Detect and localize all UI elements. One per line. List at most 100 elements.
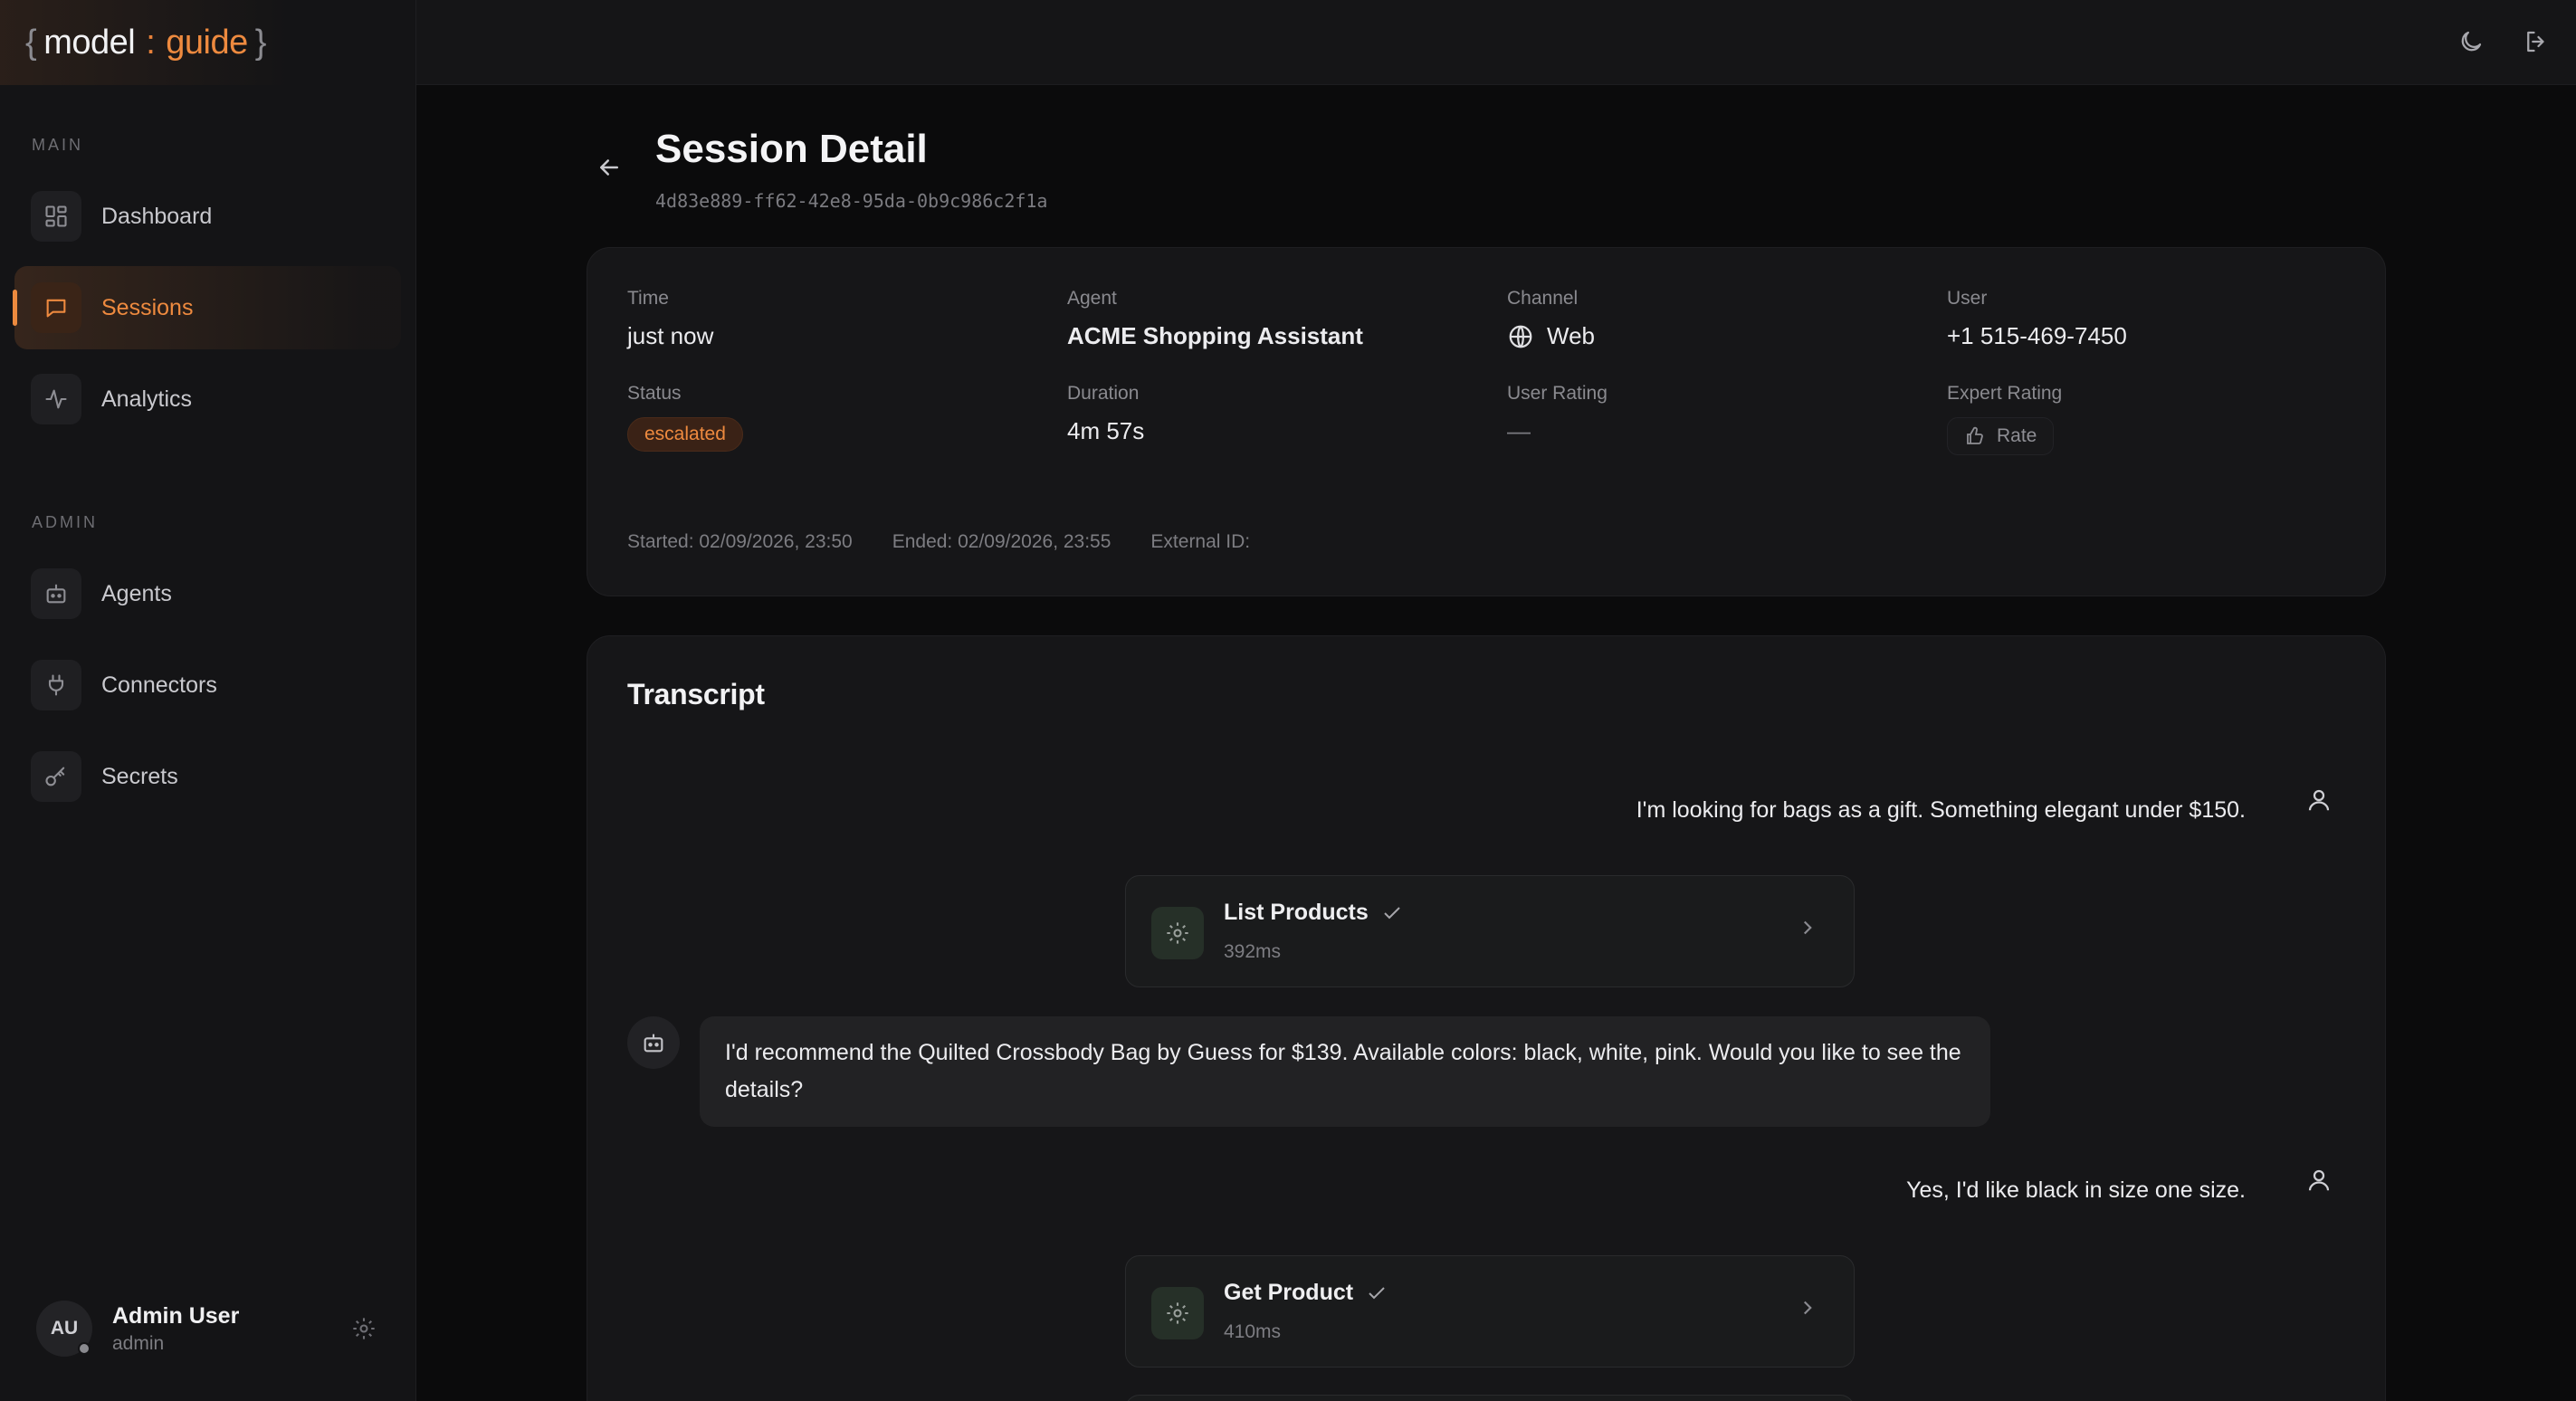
field-label: User — [1947, 288, 1988, 309]
tool-duration: 410ms — [1224, 1321, 1282, 1342]
started-at: Started: 02/09/2026, 23:50 — [627, 531, 853, 552]
session-meta: Started: 02/09/2026, 23:50 Ended: 02/09/… — [627, 531, 1290, 553]
logo[interactable]: { model : guide } — [0, 0, 415, 85]
page-title: Session Detail — [655, 127, 928, 171]
sidebar-item-sessions[interactable]: Sessions — [13, 266, 401, 349]
field-channel: Channel Web — [1507, 288, 1947, 350]
thumbs-up-icon — [1967, 426, 1983, 444]
field-value: Web — [1507, 322, 1947, 350]
gear-icon[interactable] — [348, 1313, 379, 1344]
field-duration: Duration 4m 57s — [1067, 383, 1507, 455]
transcript-card: Transcript I'm looking for bags as a gif… — [587, 635, 2386, 1401]
user-message: I'm looking for bags as a gift. Somethin… — [1636, 797, 2246, 823]
tool-call-card[interactable]: Get Product 410ms — [1125, 1255, 1855, 1368]
globe-icon — [1509, 325, 1532, 348]
check-icon — [1384, 906, 1400, 919]
status-badge: escalated — [627, 417, 743, 452]
robot-icon — [627, 1016, 680, 1069]
field-label: Time — [627, 288, 669, 309]
field-label: Channel — [1507, 288, 1579, 309]
status-dot — [78, 1342, 91, 1355]
gear-icon — [1151, 1287, 1204, 1339]
chevron-right-icon — [1796, 916, 1827, 947]
field-value: +1 515-469-7450 — [1947, 322, 2127, 349]
tool-name: List Products — [1224, 900, 1403, 926]
channel-value: Web — [1547, 322, 1595, 349]
sidebar-item-secrets[interactable]: Secrets — [14, 735, 401, 818]
chat-icon — [31, 282, 81, 333]
tool-name-text: List Products — [1224, 900, 1369, 925]
gear-icon — [1151, 907, 1204, 959]
assistant-message: I'd recommend the Quilted Crossbody Bag … — [700, 1016, 1990, 1127]
sidebar-item-label: Sessions — [101, 294, 194, 320]
grid-icon — [31, 191, 81, 242]
check-icon — [1369, 1286, 1385, 1299]
sidebar-item-label: Agents — [101, 580, 172, 606]
field-label: Agent — [1067, 288, 1117, 309]
field-time: Time just now — [627, 288, 1067, 350]
user-message: Yes, I'd like black in size one size. — [1906, 1177, 2246, 1203]
logo-separator: : — [146, 23, 156, 62]
tool-call-card-partial[interactable] — [1125, 1395, 1855, 1401]
field-user: User +1 515-469-7450 — [1947, 288, 2387, 350]
field-value: — — [1507, 417, 1531, 444]
rate-button-label: Rate — [1997, 425, 2037, 446]
main-content: Session Detail 4d83e889-ff62-42e8-95da-0… — [416, 0, 2576, 1401]
plug-icon — [31, 660, 81, 710]
top-bar — [416, 0, 2576, 85]
rate-button[interactable]: Rate — [1947, 417, 2055, 455]
user-role: admin — [112, 1332, 165, 1354]
sidebar-item-analytics[interactable]: Analytics — [14, 357, 401, 441]
pulse-icon — [31, 374, 81, 424]
logo-brace-open: { — [25, 23, 37, 62]
field-status: Status escalated — [627, 383, 1067, 455]
logo-brace-close: } — [254, 23, 267, 62]
tool-name: Get Product — [1224, 1280, 1388, 1306]
user-text: Admin User admin — [112, 1303, 239, 1355]
field-user-rating: User Rating — — [1507, 383, 1947, 455]
page-header: Session Detail 4d83e889-ff62-42e8-95da-0… — [588, 109, 1047, 212]
nav-heading-admin: ADMIN — [32, 513, 98, 531]
sidebar-item-connectors[interactable]: Connectors — [14, 643, 401, 727]
session-info-card: Time just now Agent ACME Shopping Assist… — [587, 247, 2386, 596]
back-arrow-icon[interactable] — [588, 147, 630, 188]
person-icon — [2305, 1167, 2336, 1197]
ended-at: Ended: 02/09/2026, 23:55 — [892, 531, 1111, 552]
field-label: Status — [627, 383, 682, 404]
logout-icon[interactable] — [2516, 22, 2556, 62]
field-agent: Agent ACME Shopping Assistant — [1067, 288, 1507, 350]
nav-heading-main: MAIN — [32, 136, 83, 154]
sidebar-item-dashboard[interactable]: Dashboard — [14, 175, 401, 258]
user-profile: AU Admin User admin — [36, 1292, 379, 1365]
person-icon — [2305, 786, 2336, 817]
tool-name-text: Get Product — [1224, 1280, 1354, 1305]
sidebar-item-label: Dashboard — [101, 203, 213, 229]
tool-duration: 392ms — [1224, 941, 1282, 962]
moon-icon[interactable] — [2451, 22, 2491, 62]
avatar-initials: AU — [50, 1318, 79, 1339]
app-root: { model : guide } MAIN Dashboard Session… — [0, 0, 2576, 1401]
chevron-right-icon — [1796, 1296, 1827, 1327]
sidebar-item-label: Connectors — [101, 672, 217, 698]
user-name: Admin User — [112, 1302, 240, 1329]
field-label: User Rating — [1507, 383, 1608, 404]
field-value: just now — [627, 322, 714, 349]
logo-word-model: model — [43, 23, 136, 62]
field-value[interactable]: ACME Shopping Assistant — [1067, 322, 1507, 350]
sidebar-item-agents[interactable]: Agents — [14, 552, 401, 635]
robot-icon — [31, 568, 81, 619]
avatar[interactable]: AU — [36, 1301, 92, 1357]
sidebar-item-label: Secrets — [101, 763, 178, 789]
field-value: 4m 57s — [1067, 417, 1145, 444]
session-id: 4d83e889-ff62-42e8-95da-0b9c986c2f1a — [655, 190, 1048, 212]
external-id: External ID: — [1150, 531, 1251, 552]
field-label: Duration — [1067, 383, 1140, 404]
key-icon — [31, 751, 81, 802]
info-grid: Time just now Agent ACME Shopping Assist… — [627, 288, 2347, 455]
sidebar: { model : guide } MAIN Dashboard Session… — [0, 0, 416, 1401]
transcript-title: Transcript — [627, 678, 765, 710]
field-expert-rating: Expert Rating Rate — [1947, 383, 2387, 455]
sidebar-item-label: Analytics — [101, 386, 193, 412]
logo-word-guide: guide — [166, 23, 248, 62]
tool-call-card[interactable]: List Products 392ms — [1125, 875, 1855, 987]
